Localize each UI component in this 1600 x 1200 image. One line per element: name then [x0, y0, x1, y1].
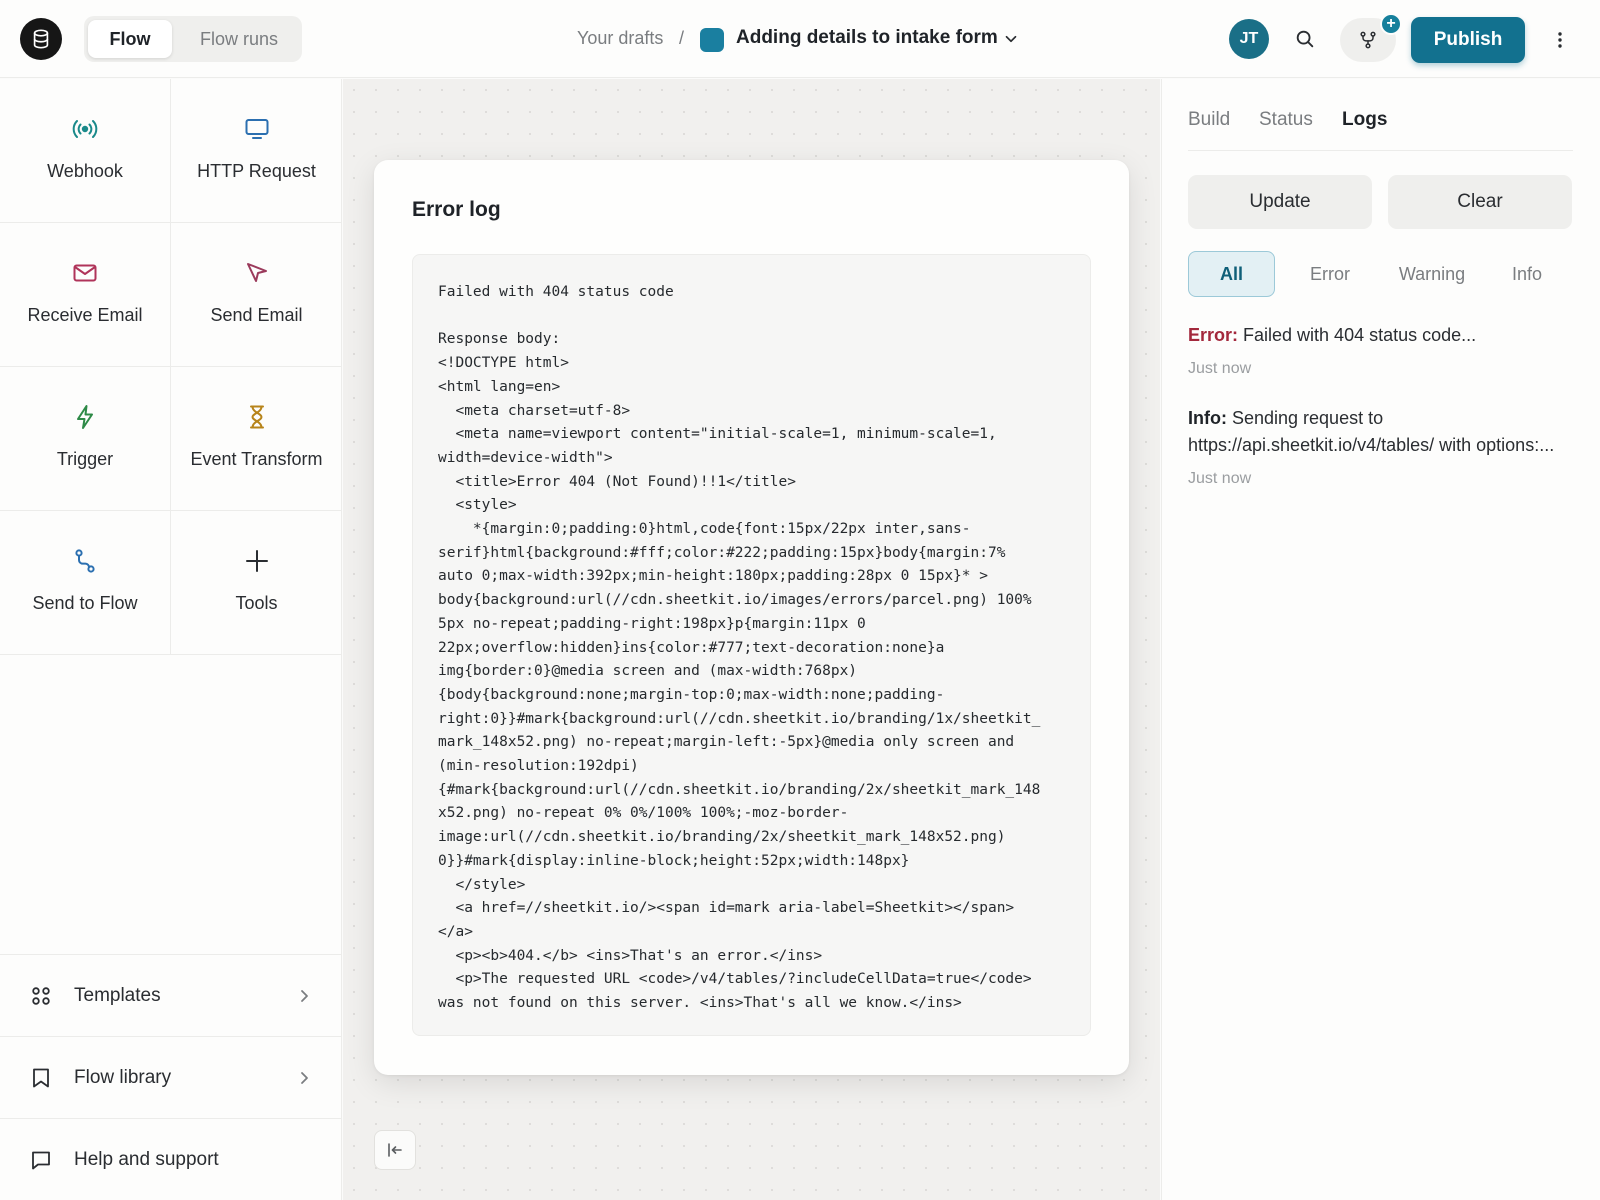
- sidebar-link-label: Flow library: [74, 1066, 172, 1088]
- tool-send-email[interactable]: Send Email: [171, 223, 342, 367]
- draft-title[interactable]: Adding details to intake form: [736, 27, 998, 49]
- route-icon: [75, 549, 95, 573]
- tool-label: Send Email: [210, 305, 303, 325]
- log-timestamp: Just now: [1188, 360, 1252, 377]
- error-log-card: Error log Failed with 404 status code Re…: [374, 160, 1129, 1075]
- send-icon: [246, 263, 267, 282]
- log-level-info: Info:: [1188, 408, 1227, 428]
- avatar[interactable]: JT: [1229, 19, 1269, 59]
- sidebar-link-label: Help and support: [74, 1148, 219, 1170]
- filter-warning[interactable]: Warning: [1382, 251, 1482, 297]
- tool-label: Receive Email: [27, 305, 143, 325]
- tool-label: HTTP Request: [197, 161, 316, 181]
- top-bar: Flow Flow runs Your drafts / Adding deta…: [0, 0, 1600, 78]
- tab-status[interactable]: Status: [1259, 109, 1313, 131]
- tool-label: Webhook: [47, 161, 123, 181]
- clear-button[interactable]: Clear: [1388, 175, 1572, 229]
- chevron-down-icon[interactable]: [1002, 30, 1020, 48]
- log-timestamp: Just now: [1188, 470, 1252, 487]
- update-button[interactable]: Update: [1188, 175, 1372, 229]
- publish-button[interactable]: Publish: [1411, 17, 1525, 63]
- hourglass-icon: [249, 405, 264, 429]
- draft-color-icon: [700, 28, 724, 52]
- tab-flow[interactable]: Flow: [88, 20, 172, 58]
- monitor-icon: [245, 119, 268, 139]
- chevron-right-icon: [301, 989, 308, 1002]
- chat-icon: [32, 1151, 50, 1169]
- bolt-icon: [77, 405, 93, 429]
- error-log-code-block: Failed with 404 status code Response bod…: [412, 254, 1091, 1036]
- chevron-right-icon: [301, 1071, 308, 1084]
- tab-logs[interactable]: Logs: [1342, 109, 1387, 131]
- log-entry-info[interactable]: Info: Sending request to https://api.she…: [1188, 405, 1578, 492]
- branch-add-badge[interactable]: +: [1380, 13, 1402, 35]
- tool-http-request[interactable]: HTTP Request: [171, 79, 342, 223]
- collapse-panel-button[interactable]: [374, 1130, 416, 1170]
- collapse-left-icon: [388, 1143, 402, 1157]
- more-vertical-icon[interactable]: [1553, 28, 1567, 52]
- tool-label: Trigger: [56, 449, 114, 469]
- app-logo[interactable]: [20, 18, 62, 60]
- right-panel: Build Status Logs Update Clear All Error…: [1161, 79, 1600, 1200]
- database-icon: [33, 29, 49, 49]
- sidebar-link-label: Templates: [74, 984, 161, 1006]
- error-log-content: Failed with 404 status code Response bod…: [438, 284, 1041, 1012]
- right-panel-tabs: Build Status Logs: [1188, 79, 1573, 151]
- filter-error[interactable]: Error: [1290, 251, 1370, 297]
- log-level-error: Error:: [1188, 325, 1239, 345]
- plus-icon: [245, 550, 268, 572]
- filter-info[interactable]: Info: [1492, 251, 1562, 297]
- tool-label: Send to Flow: [32, 593, 138, 613]
- breadcrumb-separator: /: [679, 28, 685, 48]
- search-icon[interactable]: [1294, 28, 1316, 50]
- tool-label: Tools: [235, 593, 278, 613]
- log-message: Info: Sending request to https://api.she…: [1188, 405, 1578, 459]
- sidebar-link-templates[interactable]: Templates: [0, 954, 342, 1036]
- sidebar-link-flow-library[interactable]: Flow library: [0, 1036, 342, 1118]
- breadcrumb-drafts[interactable]: Your drafts: [577, 28, 663, 49]
- log-text: Failed with 404 status code...: [1238, 325, 1477, 345]
- tool-webhook[interactable]: Webhook: [0, 79, 171, 223]
- filter-all[interactable]: All: [1188, 251, 1275, 297]
- tab-flow-runs[interactable]: Flow runs: [180, 20, 298, 58]
- bookmark-icon: [33, 1068, 49, 1087]
- error-log-title: Error log: [412, 198, 501, 221]
- mail-icon: [73, 264, 97, 282]
- log-text: Sending request to https://api.sheetkit.…: [1188, 408, 1555, 455]
- tool-receive-email[interactable]: Receive Email: [0, 223, 171, 367]
- grid-icon: [32, 986, 50, 1005]
- tool-send-to-flow[interactable]: Send to Flow: [0, 511, 171, 655]
- tools-sidebar: Webhook HTTP Request Receive Email Send …: [0, 79, 342, 1200]
- tab-build[interactable]: Build: [1188, 109, 1230, 131]
- log-message: Error: Failed with 404 status code...: [1188, 322, 1578, 349]
- tool-event-transform[interactable]: Event Transform: [171, 367, 342, 511]
- tool-tools[interactable]: Tools: [171, 511, 342, 655]
- webhook-icon: [72, 120, 98, 138]
- tool-label: Event Transform: [190, 449, 323, 469]
- tool-trigger[interactable]: Trigger: [0, 367, 171, 511]
- log-entry-error[interactable]: Error: Failed with 404 status code... Ju…: [1188, 322, 1578, 382]
- git-branch-icon: [1360, 31, 1376, 49]
- view-switcher: Flow Flow runs: [84, 16, 302, 62]
- sidebar-link-help[interactable]: Help and support: [0, 1118, 342, 1200]
